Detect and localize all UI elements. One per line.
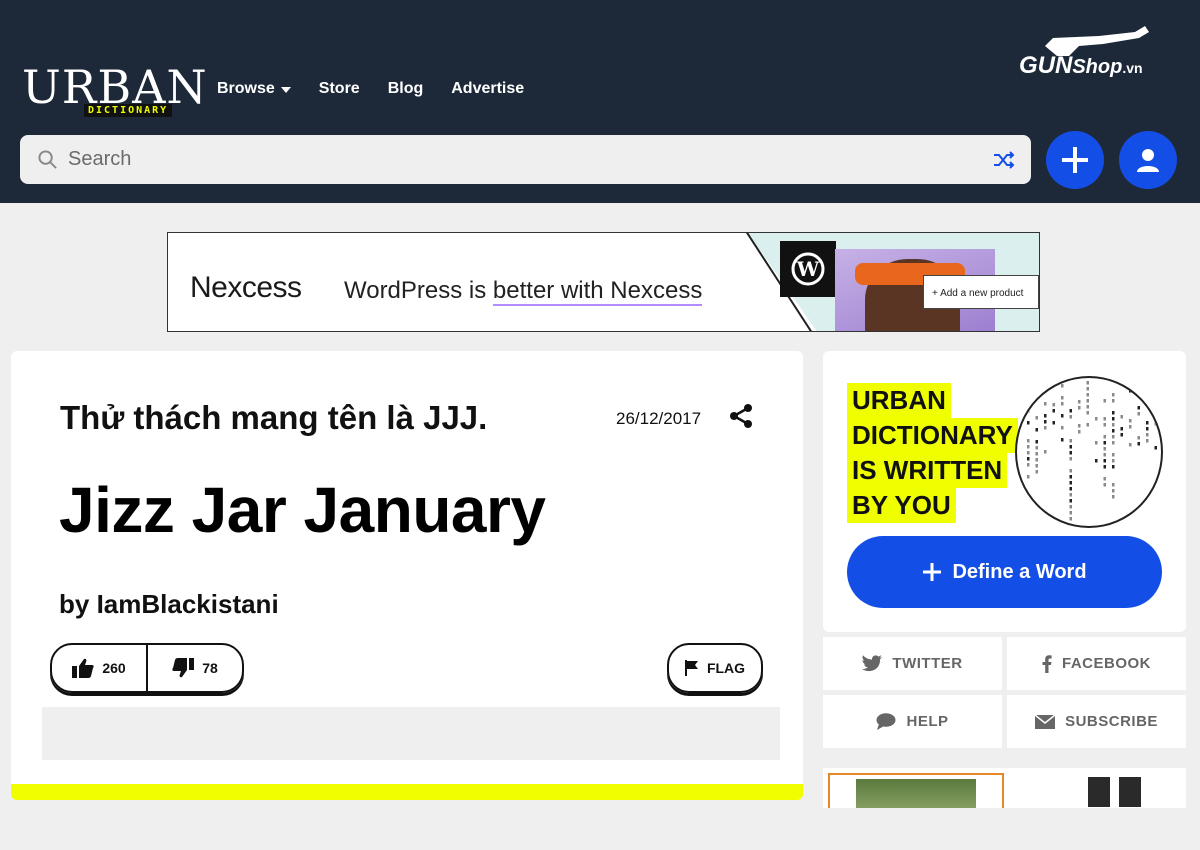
help-button[interactable]: HELP: [823, 695, 1002, 748]
thumbnail-image: [1119, 777, 1141, 807]
add-definition-button[interactable]: [1046, 131, 1104, 189]
thumbnail-image: [856, 779, 976, 808]
definition-date: 26/12/2017: [616, 409, 702, 428]
matrix-graphic: [1015, 376, 1163, 528]
facebook-button[interactable]: FACEBOOK: [1007, 637, 1186, 690]
watermark-sub: Shop: [1072, 56, 1123, 78]
upvote-count: 260: [102, 660, 126, 676]
gunshop-text: GUNShop.vn: [1019, 52, 1143, 82]
definition-word[interactable]: Jizz Jar January: [59, 473, 546, 547]
definition-card: Thử thách mang tên là JJJ. 26/12/2017 Ji…: [11, 351, 803, 800]
promo-line: DICTIONARY: [847, 418, 1018, 453]
search-input[interactable]: [68, 135, 988, 184]
nav-browse-label: Browse: [217, 80, 275, 97]
shuffle-icon[interactable]: [992, 149, 1016, 171]
watermark-tld: .vn: [1122, 60, 1143, 76]
user-icon: [1137, 149, 1159, 172]
thumbs-down-icon: [172, 658, 195, 678]
nav-blog[interactable]: Blog: [388, 80, 424, 98]
nav-advertise[interactable]: Advertise: [451, 80, 524, 98]
define-a-word-label: Define a Word: [952, 560, 1087, 583]
ad-card: + Add a new product: [923, 275, 1039, 309]
ad-placeholder: [42, 707, 780, 760]
chevron-down-icon: [280, 87, 291, 93]
subscribe-button[interactable]: SUBSCRIBE: [1007, 695, 1186, 748]
definition-author: by IamBlackistani: [59, 589, 279, 620]
watermark-main: GUN: [1019, 52, 1073, 79]
vote-group: 260 78: [50, 643, 244, 693]
chat-icon: [876, 713, 896, 730]
ad-text-prefix: WordPress is: [344, 277, 493, 304]
promo-line: BY YOU: [847, 488, 956, 523]
upvote-button[interactable]: 260: [52, 645, 146, 691]
flag-button[interactable]: FLAG: [667, 643, 763, 693]
mail-icon: [1035, 714, 1056, 729]
define-a-word-button[interactable]: Define a Word: [847, 536, 1162, 608]
thumbs-up-icon: [72, 658, 94, 678]
downvote-button[interactable]: 78: [146, 645, 242, 691]
downvote-count: 78: [202, 660, 218, 676]
site-header: URBAN DICTIONARY Browse Store Blog Adver…: [0, 0, 1200, 203]
svg-text:W: W: [796, 257, 820, 281]
flag-label: FLAG: [706, 660, 746, 676]
main-nav: Browse Store Blog Advertise: [217, 80, 524, 98]
help-label: HELP: [906, 713, 949, 730]
nav-browse[interactable]: Browse: [217, 80, 291, 98]
definition-meaning: Thử thách mang tên là JJJ.: [60, 399, 488, 436]
thumbnail-frame[interactable]: [828, 773, 1004, 808]
plus-icon: [923, 563, 942, 581]
subscribe-label: SUBSCRIBE: [1065, 713, 1158, 730]
user-account-button[interactable]: [1119, 131, 1177, 189]
flag-icon: [684, 660, 698, 676]
author-link[interactable]: IamBlackistani: [97, 589, 279, 619]
facebook-icon: [1042, 654, 1052, 673]
twitter-icon: [862, 655, 883, 672]
yellow-divider: [11, 784, 803, 800]
twitter-label: TWITTER: [892, 655, 963, 672]
gunshop-watermark: GUNShop.vn: [1015, 24, 1175, 88]
urban-dictionary-logo[interactable]: URBAN DICTIONARY: [22, 62, 207, 122]
wordpress-icon: W: [780, 241, 836, 297]
twitter-button[interactable]: TWITTER: [823, 637, 1002, 690]
facebook-label: FACEBOOK: [1061, 655, 1151, 672]
ad-brand: Nexcess: [190, 271, 302, 304]
search-bar: [20, 135, 1031, 184]
advertisement-banner[interactable]: Nexcess WordPress is better with Nexcess…: [167, 232, 1040, 332]
related-thumbnails: [823, 768, 1186, 808]
ad-text-highlight: better with Nexcess: [492, 277, 703, 306]
author-prefix: by: [59, 589, 97, 619]
promo-line: IS WRITTEN: [847, 453, 1008, 488]
ad-text: WordPress is better with Nexcess: [344, 277, 703, 306]
nav-store[interactable]: Store: [319, 80, 360, 98]
promo-headline: URBAN DICTIONARY IS WRITTEN BY YOU: [847, 383, 1027, 523]
thumbnail-image: [1088, 777, 1110, 807]
promo-line: URBAN: [847, 383, 951, 418]
sidebar-promo: URBAN DICTIONARY IS WRITTEN BY YOU Defin…: [823, 351, 1186, 632]
search-icon: [38, 150, 57, 169]
plus-icon: [1062, 147, 1088, 173]
share-icon[interactable]: [727, 402, 755, 430]
logo-subtitle: DICTIONARY: [84, 104, 173, 117]
